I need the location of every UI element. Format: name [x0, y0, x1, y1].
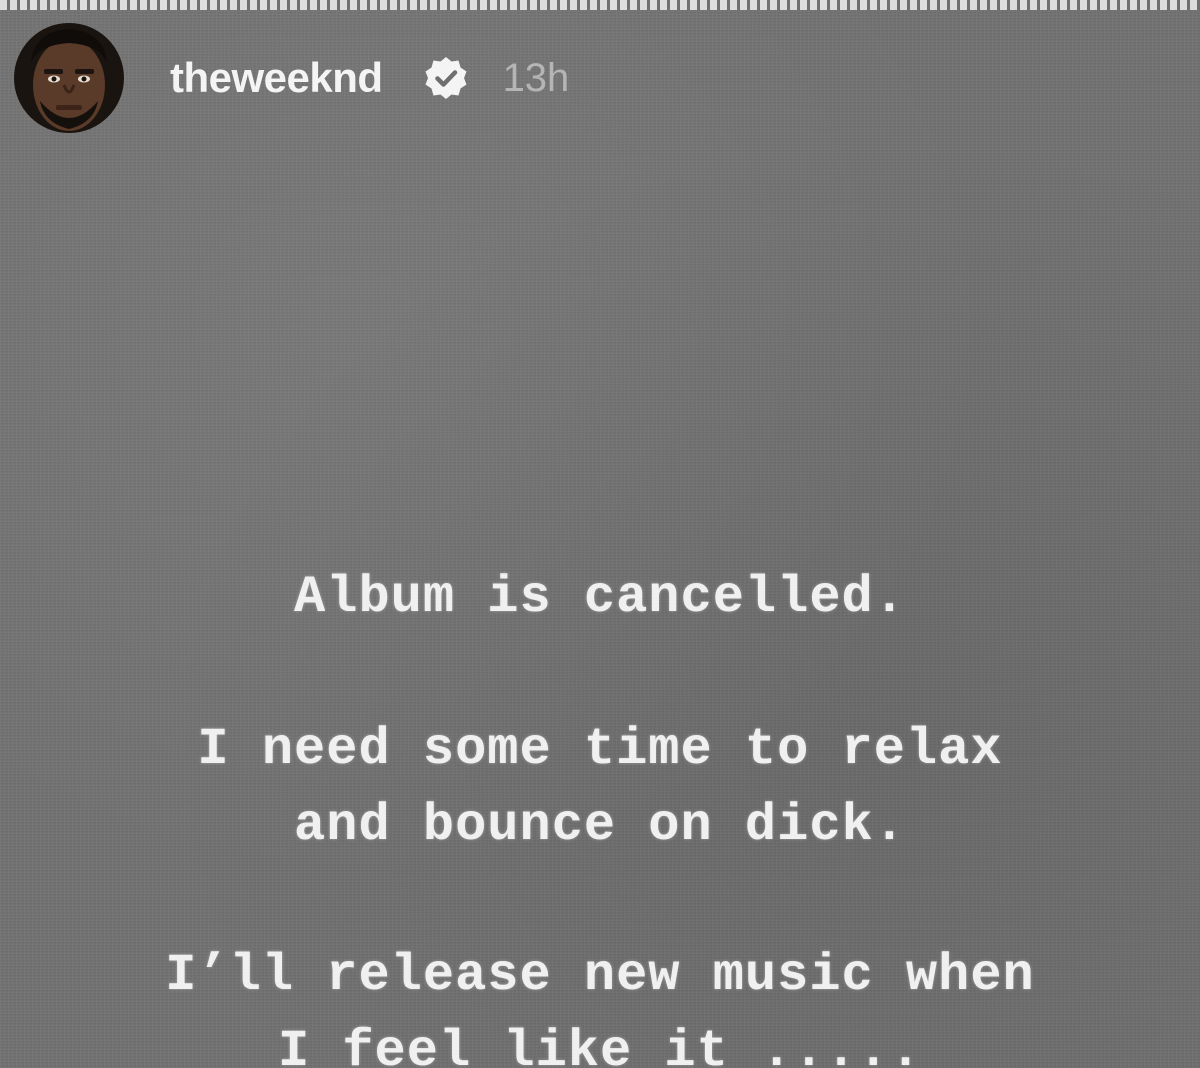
- story-text-line: and bounce on dick.: [294, 796, 906, 855]
- story-header: theweeknd 13h: [14, 22, 569, 134]
- post-timestamp: 13h: [502, 55, 570, 100]
- verified-badge-icon: [423, 55, 469, 101]
- story-text-line: I’ll release new music when: [165, 946, 1035, 1005]
- username[interactable]: theweeknd: [170, 54, 383, 102]
- story-text-line: I feel like it .....: [277, 1022, 923, 1068]
- story-progress-bar: [0, 0, 1200, 10]
- story-text-line: Album is cancelled.: [294, 568, 906, 627]
- story-text-line: I need some time to relax: [197, 720, 1003, 779]
- story-viewer[interactable]: theweeknd 13h Album is cancelled. I need…: [0, 0, 1200, 1068]
- avatar-image: [14, 23, 124, 133]
- avatar[interactable]: [14, 23, 124, 133]
